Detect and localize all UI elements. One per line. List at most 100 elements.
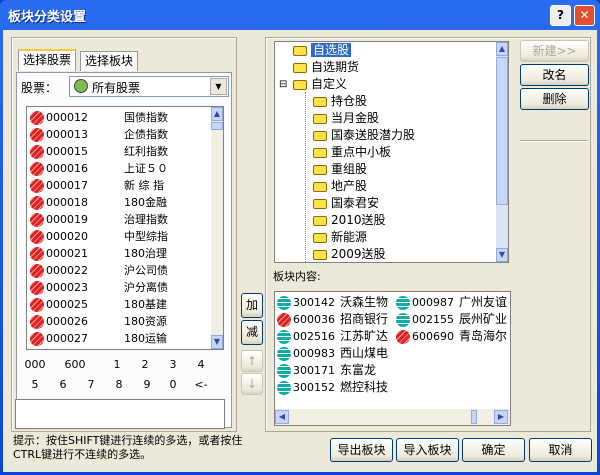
stock-row[interactable]: 000022 沪公司债	[30, 262, 210, 279]
tree-item[interactable]: 持仓股	[313, 93, 367, 110]
rename-button[interactable]: 改名	[520, 64, 589, 86]
tree-item[interactable]: 国泰君安	[313, 195, 379, 212]
chevron-down-icon[interactable]: ▼	[210, 78, 227, 95]
tree-scrollbar[interactable]: ▲ ▼	[496, 42, 508, 262]
block-tree[interactable]: ▲ ▼ 自选股 自选期货 ⊟ 自定义 持仓股 当月金股 国泰送股潜力股 重点中小板 重组股地产股…	[274, 41, 509, 263]
stock-row[interactable]: 000019 治理指数	[30, 211, 210, 228]
tree-item[interactable]: 2010送股	[313, 212, 386, 229]
stock-name: 中型综指	[124, 230, 168, 243]
stock-label: 股票：	[21, 81, 58, 95]
stock-row[interactable]: 000020 中型综指	[30, 228, 210, 245]
stock-row[interactable]: 000018 180金融	[30, 194, 210, 211]
keypad-key[interactable]: 5	[21, 378, 49, 391]
scroll-up-icon[interactable]: ▲	[496, 42, 508, 56]
tree-item-label: 自选期货	[311, 60, 360, 74]
sh-market-icon	[30, 179, 44, 193]
scroll-thumb[interactable]	[211, 122, 223, 130]
keypad-key[interactable]: 6	[49, 378, 77, 391]
stack-folder-icon	[293, 79, 307, 90]
keypad-key[interactable]: 2	[131, 358, 159, 371]
stock-select[interactable]: 所有股票 ▼	[69, 76, 229, 97]
stock-row[interactable]: 000025 180基建	[30, 296, 210, 313]
stock-row[interactable]: 000017 新 综 指	[30, 177, 210, 194]
tree-item[interactable]: 新能源	[313, 229, 367, 246]
stock-row[interactable]: 000013 企债指数	[30, 126, 210, 143]
stock-row[interactable]: 000026 180资源	[30, 313, 210, 330]
keypad-key[interactable]: 0	[159, 378, 187, 391]
tree-item[interactable]: ⊟ 自定义	[279, 76, 347, 93]
stock-code: 600690	[412, 330, 454, 343]
stock-code: 000018	[46, 196, 88, 209]
content-item[interactable]: 300171 东富龙	[277, 362, 376, 379]
scroll-up-icon[interactable]: ▲	[211, 107, 223, 121]
stock-list-scrollbar[interactable]: ▲ ▼	[211, 107, 223, 349]
collapse-icon[interactable]: ⊟	[279, 76, 287, 93]
dialog-body: 选择股票 选择板块 股票： 所有股票 ▼ ▲ ▼ 000012 国债指数 00001…	[3, 30, 597, 472]
content-item[interactable]: 300142 沃森生物	[277, 294, 388, 311]
stock-name: 180治理	[124, 247, 167, 260]
new-block-button[interactable]: 新建>>	[520, 40, 589, 62]
import-block-button[interactable]: 导入板块	[396, 438, 459, 462]
delete-button[interactable]: 删除	[520, 88, 589, 110]
tree-item[interactable]: 自选股	[293, 42, 352, 59]
tree-item[interactable]: 自选期货	[293, 59, 359, 76]
scroll-down-icon[interactable]: ▼	[496, 248, 508, 262]
tree-item[interactable]: 重组股	[313, 161, 367, 178]
tree-item[interactable]: 2009送股	[313, 246, 386, 262]
keypad-key[interactable]: 000	[21, 358, 49, 371]
move-down-button[interactable]: ↓	[241, 373, 263, 395]
keypad-key[interactable]: 1	[103, 358, 131, 371]
add-button[interactable]: 加	[241, 293, 263, 318]
folder-icon	[313, 181, 327, 192]
tree-item[interactable]: 重点中小板	[313, 144, 391, 161]
keypad-key[interactable]: 3	[159, 358, 187, 371]
stock-row[interactable]: 000016 上证５０	[30, 160, 210, 177]
stock-row[interactable]: 000021 180治理	[30, 245, 210, 262]
scroll-right-icon[interactable]: ▶	[494, 410, 508, 424]
tab-select-blocks[interactable]: 选择板块	[80, 51, 139, 71]
code-input[interactable]	[15, 399, 225, 429]
help-button[interactable]: ?	[550, 5, 571, 26]
tab-select-stocks[interactable]: 选择股票	[18, 49, 77, 71]
content-item[interactable]: 000987 广州友谊	[396, 294, 507, 311]
hint-line-1: 提示：按住SHIFT键进行连续的多选，或者按住	[13, 434, 243, 447]
scroll-thumb[interactable]	[496, 57, 508, 205]
ok-button[interactable]: 确定	[462, 438, 525, 462]
block-content-list[interactable]: ◀ ▶ 300142 沃森生物 600036 招商银行 002516 江苏旷达 000983…	[274, 291, 511, 426]
export-block-button[interactable]: 导出板块	[330, 438, 393, 462]
content-item[interactable]: 002516 江苏旷达	[277, 328, 388, 345]
content-hscrollbar[interactable]: ◀ ▶	[275, 409, 510, 425]
divider	[520, 140, 588, 142]
move-up-button[interactable]: ↑	[241, 350, 263, 372]
keypad-key[interactable]: 600	[61, 358, 89, 371]
keypad-key[interactable]: 8	[105, 378, 133, 391]
keypad-key[interactable]: <-	[187, 378, 215, 391]
scroll-left-icon[interactable]: ◀	[275, 410, 289, 424]
content-item[interactable]: 600690 青岛海尔	[396, 328, 507, 345]
content-item[interactable]: 000983 西山煤电	[277, 345, 388, 362]
content-item[interactable]: 600036 招商银行	[277, 311, 388, 328]
tree-item[interactable]: 地产股	[313, 178, 367, 195]
close-button[interactable]: ✕	[574, 5, 595, 26]
stock-row[interactable]: 000023 沪分离债	[30, 279, 210, 296]
keypad-key[interactable]: 9	[133, 378, 161, 391]
stock-list[interactable]: ▲ ▼ 000012 国债指数 000013 企债指数 000015 红利指数 000016…	[26, 106, 224, 350]
scroll-thumb[interactable]	[471, 410, 477, 424]
sz-market-icon	[277, 296, 291, 310]
stock-name: 红利指数	[124, 145, 168, 158]
tree-item[interactable]: 国泰送股潜力股	[313, 127, 415, 144]
content-item[interactable]: 002155 辰州矿业	[396, 311, 507, 328]
folder-icon	[313, 215, 327, 226]
keypad-key[interactable]: 4	[187, 358, 215, 371]
remove-button[interactable]: 减	[241, 320, 263, 345]
stock-row[interactable]: 000027 180运输	[30, 330, 210, 347]
cancel-button[interactable]: 取消	[529, 438, 592, 462]
stock-name: 治理指数	[124, 213, 168, 226]
tree-item[interactable]: 当月金股	[313, 110, 379, 127]
content-item[interactable]: 300152 燃控科技	[277, 379, 388, 396]
scroll-down-icon[interactable]: ▼	[211, 335, 223, 349]
keypad-key[interactable]: 7	[77, 378, 105, 391]
tree-item-label: 重组股	[331, 162, 368, 176]
stock-row[interactable]: 000012 国债指数	[30, 109, 210, 126]
stock-row[interactable]: 000015 红利指数	[30, 143, 210, 160]
